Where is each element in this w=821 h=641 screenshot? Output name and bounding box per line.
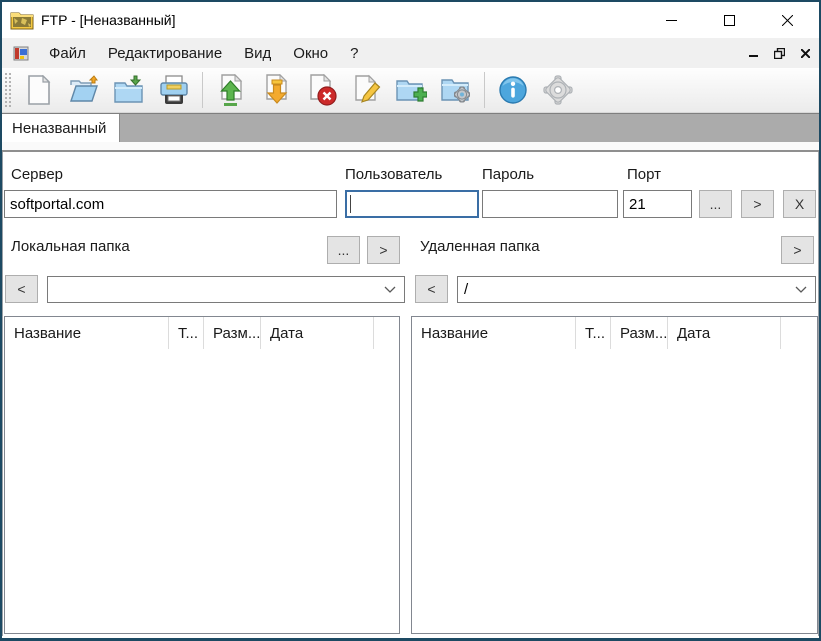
open-folder-button[interactable]: [67, 71, 101, 109]
minimize-button[interactable]: [648, 2, 694, 38]
toolbar-grip[interactable]: [5, 73, 11, 107]
local-back-button[interactable]: <: [5, 275, 38, 303]
column-spacer: [374, 317, 399, 349]
mdi-close-icon: [800, 48, 810, 58]
server-label: Сервер: [11, 166, 64, 183]
tab-session[interactable]: Неназванный: [2, 114, 120, 142]
local-browse-button[interactable]: ...: [327, 236, 360, 264]
toolbar-separator: [484, 72, 485, 108]
app-window: FTP - [Неназванный] Файл Редактирование …: [0, 0, 821, 641]
column-date[interactable]: Дата: [261, 317, 374, 349]
remote-send-button[interactable]: >: [781, 236, 814, 264]
column-name[interactable]: Название: [412, 317, 576, 349]
menu-bar: Файл Редактирование Вид Окно ?: [2, 38, 819, 68]
port-label: Порт: [627, 166, 662, 183]
chevron-down-icon: [384, 286, 396, 293]
column-size[interactable]: Разм...: [204, 317, 261, 349]
menu-edit[interactable]: Редактирование: [97, 41, 233, 66]
local-file-list[interactable]: Название Т... Разм... Дата: [4, 316, 400, 634]
delete-file-icon: [310, 74, 337, 106]
window-title: FTP - [Неназванный]: [41, 12, 176, 28]
info-button[interactable]: [496, 71, 530, 109]
add-folder-icon: [396, 80, 427, 102]
save-folder-button[interactable]: [112, 71, 146, 109]
close-icon: [781, 14, 793, 26]
maximize-icon: [723, 14, 735, 26]
column-type[interactable]: Т...: [169, 317, 204, 349]
settings-icon: [543, 75, 573, 105]
server-browse-button[interactable]: ...: [699, 190, 732, 218]
minimize-icon: [665, 19, 677, 21]
close-button[interactable]: [764, 2, 810, 38]
delete-button[interactable]: [304, 71, 338, 109]
open-folder-icon: [70, 75, 98, 102]
remote-path-value: /: [464, 281, 469, 298]
user-input[interactable]: [345, 190, 479, 218]
mdi-restore-icon: [773, 47, 785, 59]
remote-list-header: Название Т... Разм... Дата: [412, 317, 817, 349]
column-size[interactable]: Разм...: [611, 317, 668, 349]
upload-button[interactable]: [214, 71, 248, 109]
mdi-document-icon: [13, 46, 29, 60]
tab-page-edge: [2, 142, 819, 152]
local-list-body[interactable]: [5, 349, 399, 633]
menu-window[interactable]: Окно: [282, 41, 339, 66]
column-date[interactable]: Дата: [668, 317, 781, 349]
remote-list-body[interactable]: [412, 349, 817, 633]
download-button[interactable]: [259, 71, 293, 109]
menu-file[interactable]: Файл: [38, 41, 97, 66]
password-label: Пароль: [482, 166, 535, 183]
save-folder-icon: [114, 75, 143, 103]
disconnect-button[interactable]: X: [783, 190, 816, 218]
print-icon: [160, 75, 188, 104]
new-document-button[interactable]: [22, 71, 56, 109]
port-input[interactable]: [623, 190, 692, 218]
password-input[interactable]: [482, 190, 618, 218]
new-document-icon: [28, 75, 51, 105]
mdi-minimize-button[interactable]: [745, 45, 761, 61]
connection-form: Сервер Пользователь Пароль Порт ... > X …: [2, 152, 819, 636]
remote-back-button[interactable]: <: [415, 275, 448, 303]
local-list-header: Название Т... Разм... Дата: [5, 317, 399, 349]
mdi-minimize-icon: [748, 54, 758, 57]
title-bar[interactable]: FTP - [Неназванный]: [2, 2, 819, 38]
app-folder-icon: [10, 12, 34, 30]
folder-settings-icon: [441, 79, 470, 103]
menu-view[interactable]: Вид: [233, 41, 282, 66]
local-folder-label: Локальная папка: [11, 238, 130, 255]
server-input[interactable]: [4, 190, 337, 218]
info-icon: [499, 76, 527, 104]
mdi-close-button[interactable]: [797, 45, 813, 61]
folder-settings-button[interactable]: [439, 71, 473, 109]
mdi-window-controls: [745, 38, 813, 68]
column-type[interactable]: Т...: [576, 317, 611, 349]
menu-help[interactable]: ?: [339, 41, 369, 66]
local-send-button[interactable]: >: [367, 236, 400, 264]
edit-file-icon: [355, 74, 381, 103]
toolbar: [2, 68, 819, 113]
tab-strip: Неназванный: [2, 113, 819, 142]
print-button[interactable]: [157, 71, 191, 109]
local-path-combobox[interactable]: [47, 276, 405, 303]
menu-items: Файл Редактирование Вид Окно ?: [38, 41, 370, 66]
download-file-icon: [266, 74, 288, 104]
chevron-down-icon: [795, 286, 807, 293]
edit-button[interactable]: [349, 71, 383, 109]
mdi-restore-button[interactable]: [771, 45, 787, 61]
upload-file-icon: [220, 74, 243, 106]
remote-path-combobox[interactable]: /: [457, 276, 816, 303]
column-name[interactable]: Название: [5, 317, 169, 349]
toolbar-separator: [202, 72, 203, 108]
add-folder-button[interactable]: [394, 71, 428, 109]
user-label: Пользователь: [345, 166, 443, 183]
remote-file-list[interactable]: Название Т... Разм... Дата: [411, 316, 818, 634]
text-caret: [350, 195, 351, 213]
connect-button[interactable]: >: [741, 190, 774, 218]
settings-button[interactable]: [541, 71, 575, 109]
column-spacer: [781, 317, 817, 349]
remote-folder-label: Удаленная папка: [420, 238, 540, 255]
maximize-button[interactable]: [706, 2, 752, 38]
tab-label: Неназванный: [12, 119, 107, 137]
